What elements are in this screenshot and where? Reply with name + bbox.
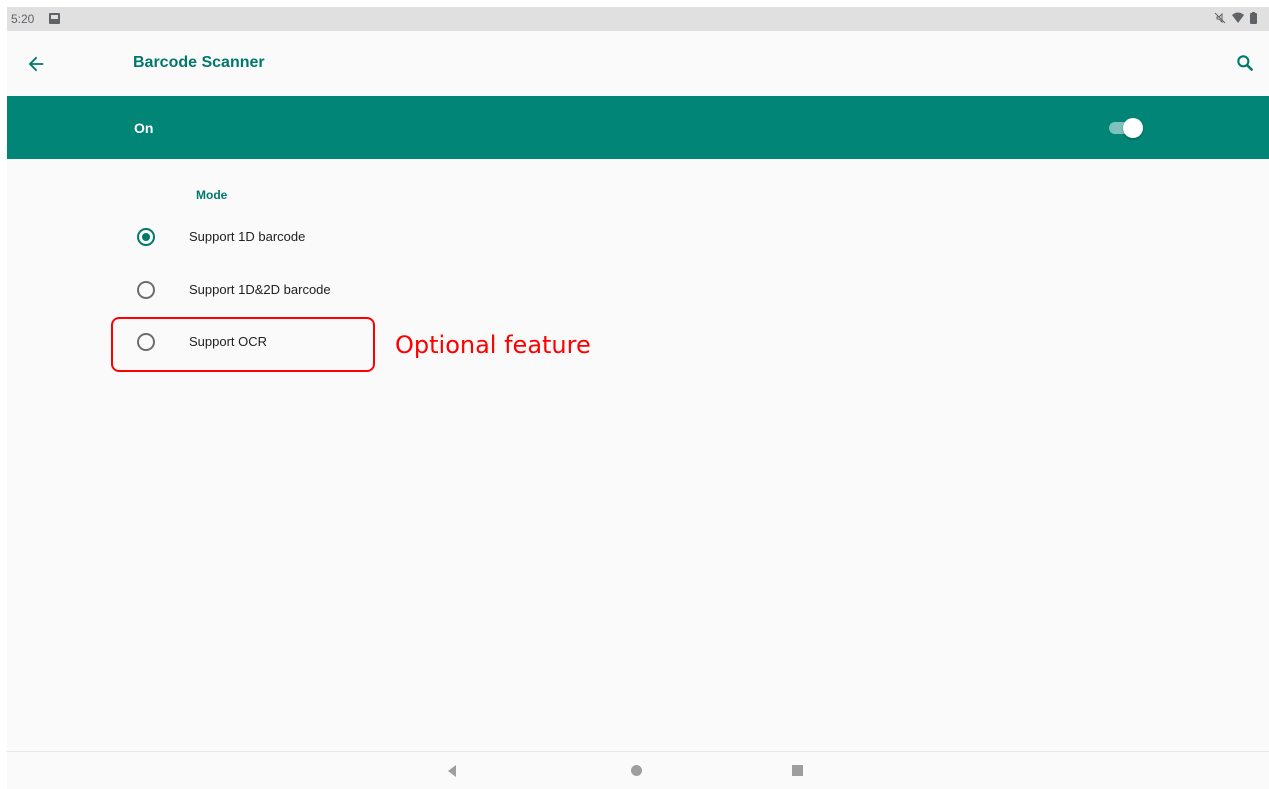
- search-icon[interactable]: [1235, 53, 1255, 73]
- option-support-1d-barcode[interactable]: Support 1D barcode: [7, 213, 707, 261]
- image-notification-icon: [49, 13, 60, 24]
- mute-icon: [1214, 12, 1226, 24]
- status-icons: [1214, 12, 1257, 24]
- radio-button-checked[interactable]: [137, 228, 155, 246]
- page-title: Barcode Scanner: [133, 54, 265, 71]
- option-support-1d2d-barcode[interactable]: Support 1D&2D barcode: [7, 266, 707, 314]
- android-screen: 5:20 Barcode Scanner On Mode Support 1D …: [7, 7, 1269, 789]
- annotation-text: Optional feature: [395, 331, 591, 359]
- mode-section-header: Mode: [196, 188, 228, 202]
- navigation-bar: [7, 751, 1269, 789]
- radio-button[interactable]: [137, 281, 155, 299]
- nav-back-icon[interactable]: [445, 764, 459, 778]
- app-bar: Barcode Scanner: [7, 31, 1269, 96]
- nav-home-icon[interactable]: [631, 765, 642, 776]
- wifi-icon: [1232, 12, 1244, 23]
- option-label: Support 1D barcode: [189, 229, 306, 244]
- master-toggle-switch[interactable]: [1107, 118, 1143, 138]
- arrow-back-icon[interactable]: [25, 53, 47, 75]
- nav-recents-icon[interactable]: [792, 765, 803, 776]
- status-bar: 5:20: [7, 7, 1269, 31]
- master-switch-label: On: [134, 120, 154, 136]
- annotation-highlight-box: [111, 317, 375, 372]
- master-switch-bar[interactable]: On: [7, 96, 1269, 159]
- option-label: Support 1D&2D barcode: [189, 282, 331, 297]
- toggle-thumb: [1123, 118, 1143, 138]
- status-time: 5:20: [11, 12, 35, 26]
- battery-icon: [1250, 12, 1257, 24]
